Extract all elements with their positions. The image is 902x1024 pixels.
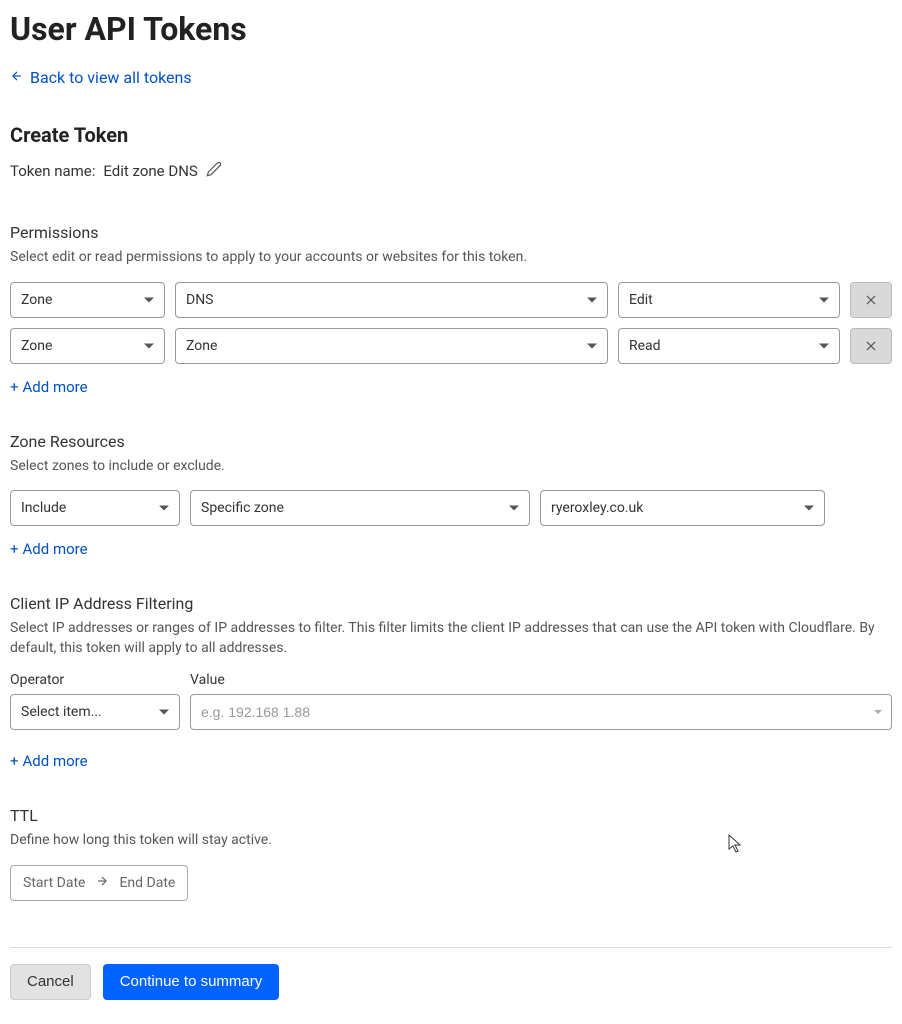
ip-operator-value: Select item... xyxy=(21,704,102,720)
permission-scope-value: Zone xyxy=(21,338,52,354)
chevron-down-icon xyxy=(159,710,169,715)
add-permission-label: Add more xyxy=(23,378,88,396)
ttl-end-date: End Date xyxy=(119,875,175,891)
back-link[interactable]: Back to view all tokens xyxy=(10,68,192,87)
ip-filtering-title: Client IP Address Filtering xyxy=(10,594,892,613)
add-zone-resource-label: Add more xyxy=(23,540,88,558)
ip-filtering-desc: Select IP addresses or ranges of IP addr… xyxy=(10,619,892,658)
operator-label: Operator xyxy=(10,672,180,688)
zone-name-value: ryeroxley.co.uk xyxy=(551,500,643,516)
plus-icon: + xyxy=(10,540,19,558)
permission-action-select[interactable]: Edit xyxy=(618,282,840,318)
permission-action-value: Edit xyxy=(629,292,653,308)
arrow-right-icon xyxy=(95,874,109,892)
ttl-date-range-picker[interactable]: Start Date End Date xyxy=(10,865,188,901)
permission-scope-select[interactable]: Zone xyxy=(10,282,165,318)
permissions-desc: Select edit or read permissions to apply… xyxy=(10,248,892,268)
chevron-down-icon xyxy=(159,506,169,511)
chevron-down-icon xyxy=(819,297,829,302)
zone-name-select[interactable]: ryeroxley.co.uk xyxy=(540,490,825,526)
zone-resource-row: Include Specific zone ryeroxley.co.uk xyxy=(10,490,892,526)
chevron-down-icon xyxy=(144,343,154,348)
ttl-desc: Define how long this token will stay act… xyxy=(10,831,892,851)
permission-resource-value: Zone xyxy=(186,338,217,354)
permissions-title: Permissions xyxy=(10,223,892,242)
add-permission-button[interactable]: + Add more xyxy=(10,378,88,396)
chevron-down-icon xyxy=(144,297,154,302)
chevron-down-icon xyxy=(819,343,829,348)
ttl-section: TTL Define how long this token will stay… xyxy=(10,806,892,901)
edit-token-name-button[interactable] xyxy=(206,161,222,181)
zone-specifier-select[interactable]: Specific zone xyxy=(190,490,530,526)
chevron-down-icon xyxy=(587,343,597,348)
page-title: User API Tokens xyxy=(10,10,892,48)
close-icon xyxy=(864,339,878,353)
permission-resource-select[interactable]: Zone xyxy=(175,328,608,364)
ip-operator-select[interactable]: Select item... xyxy=(10,694,180,730)
zone-specifier-value: Specific zone xyxy=(201,500,284,516)
value-label: Value xyxy=(190,672,892,688)
add-ip-filter-label: Add more xyxy=(23,752,88,770)
zone-resources-desc: Select zones to include or exclude. xyxy=(10,457,892,477)
token-name-label: Token name: xyxy=(10,162,95,180)
chevron-down-icon xyxy=(587,297,597,302)
ip-filtering-section: Client IP Address Filtering Select IP ad… xyxy=(10,594,892,770)
arrow-left-icon xyxy=(10,68,24,87)
back-link-label: Back to view all tokens xyxy=(30,68,192,87)
ttl-title: TTL xyxy=(10,806,892,825)
remove-permission-button[interactable] xyxy=(850,282,892,318)
create-token-heading: Create Token xyxy=(10,123,892,147)
footer-buttons: Cancel Continue to summary xyxy=(10,964,892,1000)
ttl-start-date: Start Date xyxy=(23,875,85,891)
permission-scope-select[interactable]: Zone xyxy=(10,328,165,364)
divider xyxy=(10,947,892,948)
chevron-down-icon xyxy=(804,506,814,511)
continue-button[interactable]: Continue to summary xyxy=(103,964,280,1000)
permission-action-select[interactable]: Read xyxy=(618,328,840,364)
permission-row: Zone DNS Edit xyxy=(10,282,892,318)
zone-resources-section: Zone Resources Select zones to include o… xyxy=(10,432,892,559)
permissions-section: Permissions Select edit or read permissi… xyxy=(10,223,892,396)
permission-action-value: Read xyxy=(629,338,661,354)
token-name-value: Edit zone DNS xyxy=(103,162,197,180)
permission-row: Zone Zone Read xyxy=(10,328,892,364)
cancel-button[interactable]: Cancel xyxy=(10,964,91,1000)
zone-resources-title: Zone Resources xyxy=(10,432,892,451)
permission-resource-value: DNS xyxy=(186,292,214,308)
plus-icon: + xyxy=(10,378,19,396)
add-ip-filter-button[interactable]: + Add more xyxy=(10,752,88,770)
ip-value-input[interactable] xyxy=(190,694,892,730)
pencil-icon xyxy=(206,161,222,177)
chevron-down-icon xyxy=(874,710,882,714)
plus-icon: + xyxy=(10,752,19,770)
close-icon xyxy=(864,293,878,307)
remove-permission-button[interactable] xyxy=(850,328,892,364)
chevron-down-icon xyxy=(509,506,519,511)
zone-mode-select[interactable]: Include xyxy=(10,490,180,526)
permission-scope-value: Zone xyxy=(21,292,52,308)
permission-resource-select[interactable]: DNS xyxy=(175,282,608,318)
add-zone-resource-button[interactable]: + Add more xyxy=(10,540,88,558)
zone-mode-value: Include xyxy=(21,500,66,516)
